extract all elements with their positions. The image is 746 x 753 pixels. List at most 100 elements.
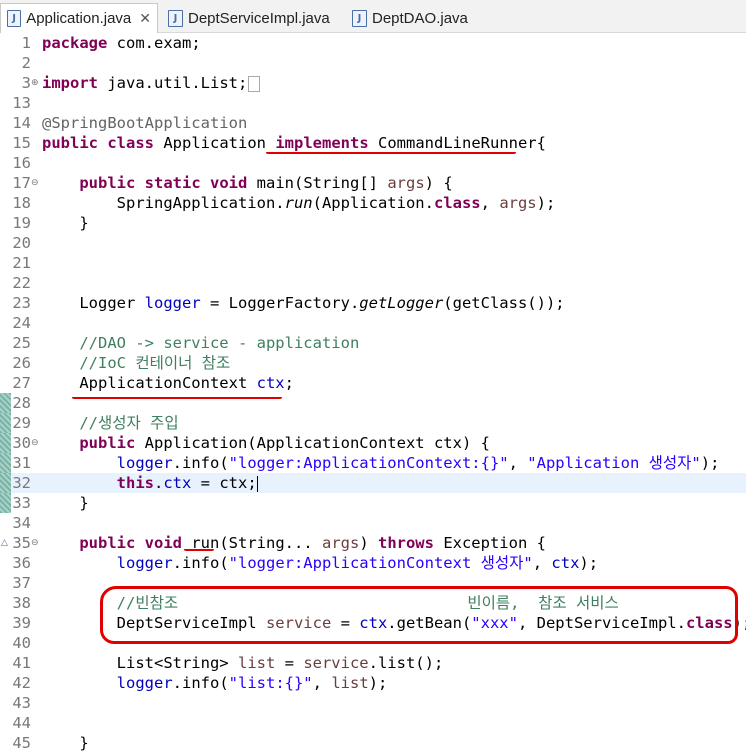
line-number: 2 <box>21 54 31 72</box>
expand-fold-icon[interactable]: ⊕ <box>31 73 40 93</box>
code-text: List<String> list = service.list(); <box>116 654 444 672</box>
line-number: 40 <box>12 634 31 652</box>
code-line[interactable]: 17 ⊖ public static void main(String[] ar… <box>0 173 746 193</box>
code-editor[interactable]: 1 package com.exam; 2 3 ⊕ import java.ut… <box>0 33 746 753</box>
code-line[interactable]: 22 <box>0 273 746 293</box>
line-number: 24 <box>12 314 31 332</box>
red-highlight-box <box>100 586 738 644</box>
line-number: 26 <box>12 354 31 372</box>
code-line[interactable]: 26 //IoC 컨테이너 참조 <box>0 353 746 373</box>
code-text: } <box>79 214 89 232</box>
line-number: 16 <box>12 154 31 172</box>
code-line[interactable]: 43 <box>0 693 746 713</box>
code-comment: //IoC 컨테이너 참조 <box>79 354 231 372</box>
code-line[interactable]: 21 <box>0 253 746 273</box>
code-text: } <box>79 494 89 512</box>
line-number: 23 <box>12 294 31 312</box>
line-number: 45 <box>12 734 31 752</box>
line-number: 41 <box>12 654 31 672</box>
line-number: 42 <box>12 674 31 692</box>
code-text: public Application(ApplicationContext ct… <box>79 434 490 452</box>
code-text: logger.info("logger:ApplicationContext:{… <box>116 454 720 472</box>
line-number: 25 <box>12 334 31 352</box>
code-line[interactable]: 34 <box>0 513 746 533</box>
red-underline-implements <box>266 132 516 154</box>
java-file-icon: J <box>352 9 367 27</box>
text-caret <box>256 475 258 492</box>
code-line[interactable]: 30 ⊖ public Application(ApplicationConte… <box>0 433 746 453</box>
line-number: 35 <box>12 534 31 552</box>
line-number: 15 <box>12 134 31 152</box>
code-line[interactable]: 36 logger.info("logger:ApplicationContex… <box>0 553 746 573</box>
code-line[interactable]: 31 logger.info("logger:ApplicationContex… <box>0 453 746 473</box>
code-line[interactable]: 1 package com.exam; <box>0 33 746 53</box>
line-number: 20 <box>12 234 31 252</box>
code-line[interactable]: 42 logger.info("list:{}", list); <box>0 673 746 693</box>
code-text: public void run(String... args) throws E… <box>79 534 546 552</box>
code-text: logger.info("logger:ApplicationContext 생… <box>116 554 599 572</box>
line-number: 32 <box>12 474 31 492</box>
line-number: 31 <box>12 454 31 472</box>
line-number: 13 <box>12 94 31 112</box>
code-line[interactable]: 45 } <box>0 733 746 753</box>
editor-tab-bar: J Application.java ✕ J DeptServiceImpl.j… <box>0 0 746 33</box>
line-number: 37 <box>12 574 31 592</box>
code-line[interactable]: 2 <box>0 53 746 73</box>
line-number: 27 <box>12 374 31 392</box>
line-number: 18 <box>12 194 31 212</box>
line-number: 14 <box>12 114 31 132</box>
current-code-line[interactable]: 32 this.ctx = ctx; <box>0 473 746 493</box>
code-line[interactable]: 16 <box>0 153 746 173</box>
collapse-fold-icon[interactable]: ⊖ <box>31 173 40 193</box>
line-number: 21 <box>12 254 31 272</box>
code-line[interactable]: 23 Logger logger = LoggerFactory.getLogg… <box>0 293 746 313</box>
line-number: 39 <box>12 614 31 632</box>
line-number: 19 <box>12 214 31 232</box>
code-text: @SpringBootApplication <box>42 114 248 132</box>
line-number: 29 <box>12 414 31 432</box>
line-number: 22 <box>12 274 31 292</box>
code-text: Logger logger = LoggerFactory.getLogger(… <box>79 294 565 312</box>
code-text: import java.util.List; <box>42 73 261 93</box>
close-icon[interactable]: ✕ <box>139 11 151 27</box>
code-text: public static void main(String[] args) { <box>79 174 453 192</box>
line-number: 38 <box>12 594 31 612</box>
line-number: 3 <box>21 74 31 92</box>
line-number: 1 <box>21 34 31 52</box>
code-line[interactable]: 20 <box>0 233 746 253</box>
code-line[interactable]: 44 <box>0 713 746 733</box>
code-text: this.ctx = ctx; <box>116 474 258 492</box>
collapse-fold-icon[interactable]: ⊖ <box>31 433 40 453</box>
code-text: SpringApplication.run(Application.class,… <box>116 194 556 212</box>
tab-deptserviceimpl-java[interactable]: J DeptServiceImpl.java <box>162 5 337 31</box>
line-number: 36 <box>12 554 31 572</box>
code-line[interactable]: △ 35 ⊖ public void run(String... args) t… <box>0 533 746 553</box>
line-number: 34 <box>12 514 31 532</box>
collapse-fold-icon[interactable]: ⊖ <box>31 533 40 553</box>
line-number: 33 <box>12 494 31 512</box>
red-underline-run <box>184 529 214 551</box>
code-line[interactable]: 3 ⊕ import java.util.List; <box>0 73 746 93</box>
code-line[interactable]: 24 <box>0 313 746 333</box>
code-line[interactable]: 29 //생성자 주입 <box>0 413 746 433</box>
line-number: 17 <box>12 174 31 192</box>
code-comment: //DAO -> service - application <box>79 334 360 352</box>
line-number: 43 <box>12 694 31 712</box>
red-underline-ctx <box>72 375 282 399</box>
line-number: 44 <box>12 714 31 732</box>
tab-application-java[interactable]: J Application.java ✕ <box>0 3 158 33</box>
tab-deptdao-java[interactable]: J DeptDAO.java <box>346 5 486 31</box>
code-line[interactable]: 41 List<String> list = service.list(); <box>0 653 746 673</box>
tab-label: Application.java <box>26 10 132 27</box>
code-line[interactable]: 13 <box>0 93 746 113</box>
line-number: 28 <box>12 394 31 412</box>
collapsed-imports-icon[interactable] <box>248 75 261 92</box>
code-line[interactable]: 25 //DAO -> service - application <box>0 333 746 353</box>
code-comment: //생성자 주입 <box>79 414 179 432</box>
code-line[interactable]: 14 @SpringBootApplication <box>0 113 746 133</box>
code-line[interactable]: 33 } <box>0 493 746 513</box>
code-line[interactable]: 19 } <box>0 213 746 233</box>
code-line[interactable]: 18 SpringApplication.run(Application.cla… <box>0 193 746 213</box>
tab-label: DeptDAO.java <box>372 9 468 27</box>
java-file-icon: J <box>7 10 22 27</box>
